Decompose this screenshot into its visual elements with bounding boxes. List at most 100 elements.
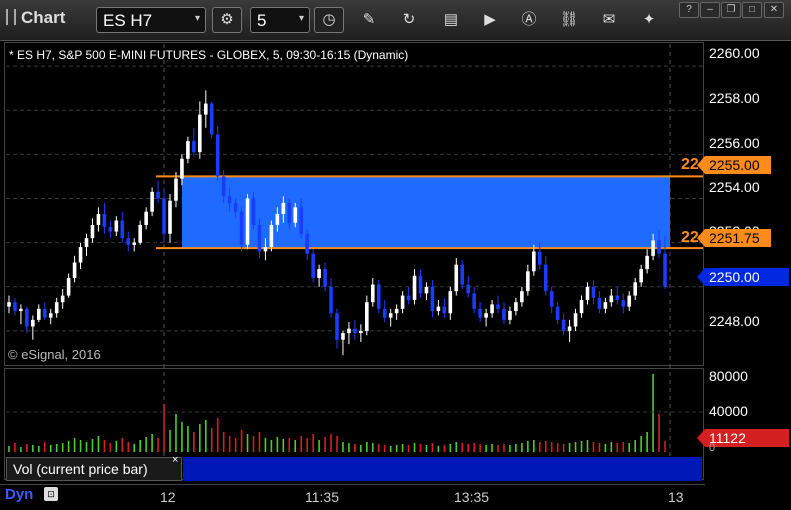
price-axis[interactable]: 2260.00 2258.00 2256.00 2254.00 2252.00 …: [697, 42, 791, 484]
candle-body: [245, 198, 250, 245]
candle-body: [192, 141, 196, 153]
candle-body: [573, 313, 578, 327]
candle-body: [430, 286, 435, 312]
lower-line-price-tag: 2251.75: [697, 229, 771, 247]
volume-label-strip: [183, 457, 702, 481]
candle-body: [329, 286, 333, 314]
candle-body: [60, 295, 65, 303]
candle-body: [120, 220, 125, 239]
upper-line-label: 22: [681, 156, 699, 173]
time-tick: 13: [668, 489, 684, 505]
candle-body: [156, 191, 160, 199]
candle-body: [72, 262, 77, 278]
candle-body: [347, 328, 351, 334]
candle-body: [257, 224, 262, 252]
candle-body: [555, 306, 560, 320]
candle-body: [31, 319, 35, 327]
upper-line-price-tag: 2255.00: [697, 156, 771, 174]
dynamic-mode-label[interactable]: Dyn: [5, 486, 33, 503]
candle-body: [215, 134, 220, 177]
candle-body: [627, 295, 632, 307]
candle-body: [335, 313, 339, 340]
candle-body: [54, 302, 59, 314]
candle-body: [394, 308, 399, 314]
candle-body: [168, 200, 172, 234]
candle-body: [597, 297, 602, 309]
price-tick: 2258.00: [709, 90, 760, 106]
candle-body: [323, 269, 327, 287]
candle-body: [162, 198, 166, 234]
candle-body: [388, 313, 393, 318]
close-icon[interactable]: ×: [172, 454, 178, 466]
candle-body: [233, 202, 238, 212]
candle-body: [496, 304, 500, 309]
candle-body: [96, 213, 101, 225]
candle-body: [609, 295, 614, 303]
lock-icon[interactable]: ⊡: [44, 487, 58, 501]
candle-body: [150, 191, 154, 212]
candle-body: [209, 103, 214, 135]
candle-body: [359, 330, 363, 334]
candle-body: [48, 313, 53, 318]
current-volume-tag: 11122: [697, 429, 789, 447]
candle-body: [376, 284, 381, 309]
candle-body: [472, 293, 476, 309]
candle-body: [460, 264, 465, 285]
volume-study-label[interactable]: Vol (current price bar): [6, 457, 182, 481]
candle-body: [561, 319, 566, 331]
candle-body: [645, 255, 649, 270]
candle-body: [251, 198, 256, 225]
candle-body: [263, 247, 268, 252]
candle-body: [621, 300, 626, 307]
candle-body: [406, 295, 411, 300]
candle-body: [37, 308, 41, 320]
candle-body: [281, 202, 286, 214]
candle-body: [138, 224, 142, 243]
candle-body: [305, 233, 309, 254]
time-tick: 11:35: [305, 489, 339, 505]
candle-body: [114, 220, 119, 232]
candle-body: [663, 253, 667, 287]
candle-body: [353, 328, 357, 334]
candle-body: [102, 213, 107, 228]
candle-body: [615, 295, 620, 300]
candle-body: [66, 277, 71, 296]
lower-line-label: 22: [681, 229, 699, 246]
candle-body: [514, 302, 518, 312]
candle-body: [478, 308, 482, 318]
candle-body: [370, 284, 375, 303]
candle-body: [448, 291, 453, 314]
candle-body: [126, 238, 131, 245]
candle-body: [657, 240, 661, 254]
candle-body: [174, 178, 178, 201]
candle-body: [603, 302, 608, 309]
candle-body: [537, 251, 542, 265]
candle-body: [526, 271, 530, 292]
time-axis[interactable]: 12 11:35 13:35 13: [0, 484, 705, 510]
candle-body: [7, 302, 11, 307]
price-tick: 2256.00: [709, 135, 760, 151]
candle-body: [442, 306, 447, 314]
chart-title: * ES H7, S&P 500 E-MINI FUTURES - GLOBEX…: [9, 48, 409, 62]
price-tick: 2254.00: [709, 179, 760, 195]
candle-body: [341, 333, 345, 340]
candle-body: [365, 302, 369, 331]
candle-body: [221, 176, 226, 197]
time-tick: 12: [160, 489, 176, 505]
candle-body: [579, 300, 584, 314]
candle-body: [502, 308, 506, 320]
candle-body: [13, 302, 17, 312]
candle-body: [25, 308, 29, 327]
candle-body: [412, 275, 417, 300]
candle-body: [639, 269, 643, 283]
candle-body: [180, 158, 184, 179]
candle-body: [317, 269, 321, 278]
candle-body: [132, 242, 137, 245]
candle-body: [144, 211, 148, 225]
candle-body: [400, 295, 405, 309]
candle-body: [454, 264, 459, 292]
candle-body: [299, 207, 304, 234]
candle-body: [567, 326, 572, 331]
candle-body: [269, 224, 274, 248]
candle-body: [436, 306, 441, 312]
